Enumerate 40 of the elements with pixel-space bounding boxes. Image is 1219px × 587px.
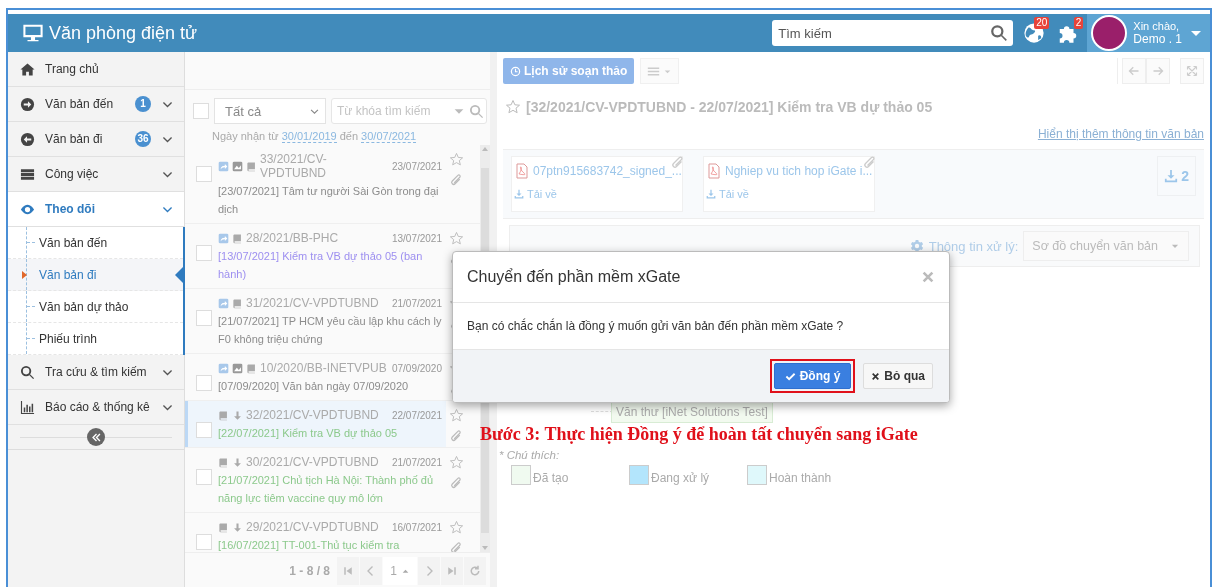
page-summary: 1 - 8 / 8 [289, 564, 330, 578]
document-date: 13/07/2021 [391, 232, 442, 244]
count-badge: 2 [1073, 17, 1084, 29]
document-number: 30/2021/CV-VPDTUBND [246, 455, 380, 469]
document-number: 33/2021/CV-VPDTUBND [260, 152, 328, 180]
count-badge: 20 [1034, 17, 1050, 29]
document-date: 21/07/2021 [391, 456, 442, 468]
date-range-label: đến [339, 130, 359, 143]
document-number: 10/2020/BB-INETVPUB [260, 361, 388, 375]
document-date: 23/07/2021 [391, 160, 442, 172]
legend-label: Hoàn thành [769, 471, 832, 485]
document-number: 29/2021/CV-VPDTUBND [246, 520, 380, 534]
document-heading: [32/2021/CV-VPDTUBND - 22/07/2021] Kiểm tra VB dự thảo 05 [526, 99, 933, 115]
document-date: 22/07/2021 [391, 409, 442, 421]
document-title: [23/07/2021] Tâm tư người Sài Gòn trong đại dịch [218, 184, 440, 217]
document-number: 28/2021/BB-PHC [246, 231, 340, 245]
legend-title: * Chú thích: [499, 449, 560, 461]
document-number: 31/2021/CV-VPDTUBND [246, 296, 380, 310]
document-number: 32/2021/CV-VPDTUBND [246, 408, 380, 422]
processing-label: Thông tin xử lý: [928, 238, 1019, 254]
document-title: [16/07/2021] TT-001-Thủ tục kiểm tra [218, 538, 401, 552]
greeting-text: Xin chào, [1133, 20, 1181, 33]
document-title: [13/07/2021] Kiểm tra VB dự thảo 05 (ban hành) [218, 249, 424, 282]
document-title: [21/07/2021] Chủ tịch Hà Nội: Thành phố đủ năng lực tiêm vaccine quy mô lớn [218, 473, 435, 506]
document-date: 07/09/2020 [391, 362, 442, 374]
document-title: [21/07/2021] TP HCM yêu cầu lập khu cách ly F0 không triệu chứng [218, 314, 442, 347]
document-date: 16/07/2021 [391, 521, 442, 533]
dialog-title: Chuyển đến phần mềm xGate [467, 268, 681, 286]
legend-label: Đang xử lý [651, 471, 710, 485]
legend-label: Đã tạo [533, 471, 569, 485]
document-title: [22/07/2021] Kiểm tra VB dự thảo 05 [218, 426, 399, 441]
app-title: Văn phòng điện tử [49, 22, 198, 44]
user-name: Demo . 1 [1133, 33, 1182, 46]
count-badge: 1 [135, 96, 151, 112]
flow-node: Văn thư [iNet Solutions Test] [611, 401, 773, 423]
document-title: [07/09/2020] Văn bản ngày 07/09/2020 [218, 379, 410, 394]
date-range-label: Ngày nhận từ [212, 130, 279, 143]
annotation-text: Bước 3: Thực hiện Đồng ý để hoàn tất chuyển sang iGate [480, 425, 918, 443]
count-badge: 36 [135, 131, 151, 147]
document-date: 21/07/2021 [391, 297, 442, 309]
